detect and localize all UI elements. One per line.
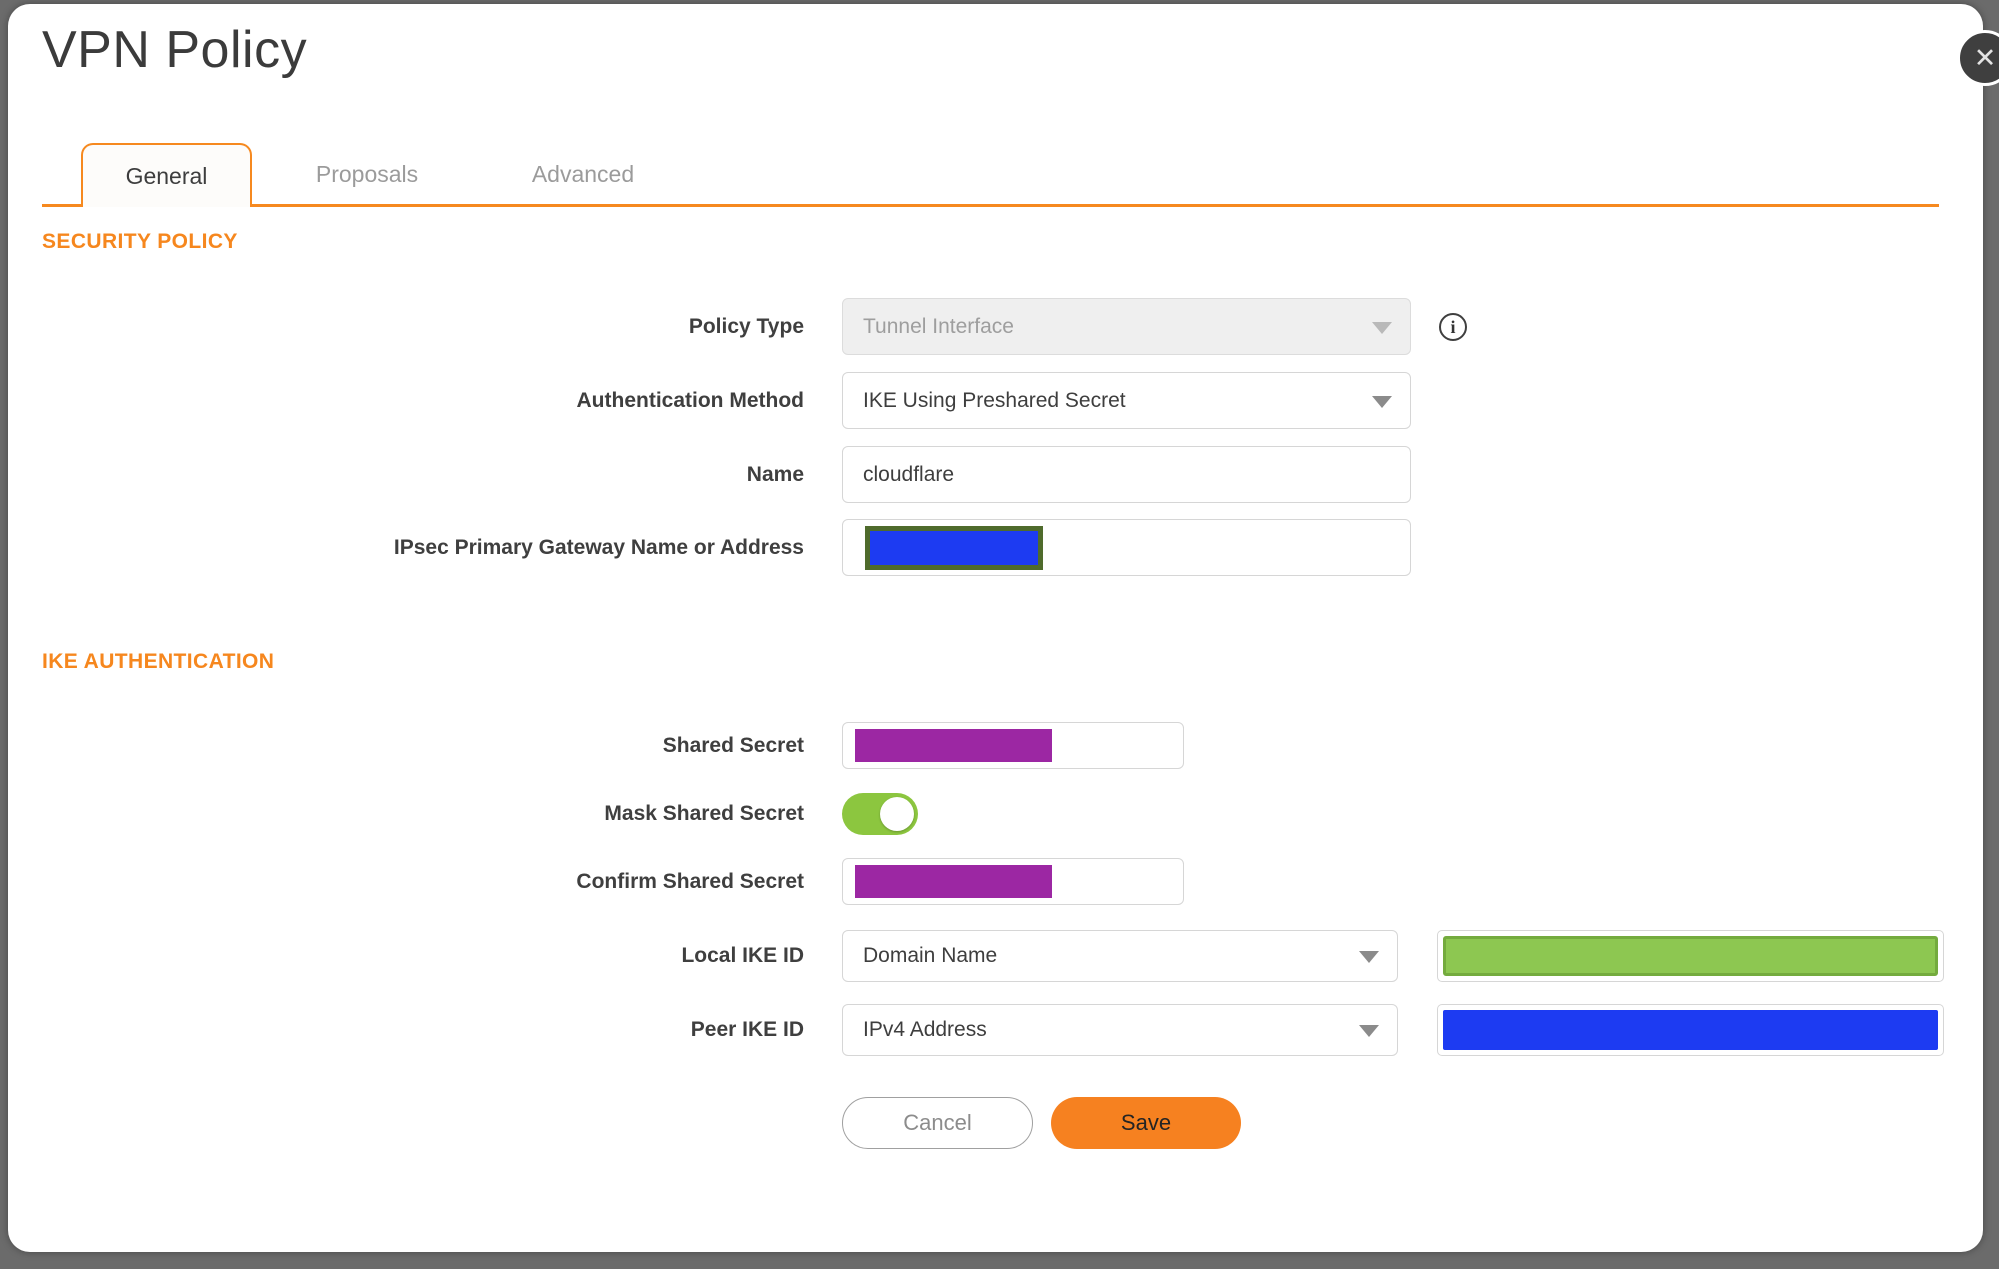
- confirm-shared-secret-label: Confirm Shared Secret: [576, 869, 804, 893]
- name-input[interactable]: cloudflare: [842, 446, 1411, 503]
- caret-down-icon: [1372, 395, 1392, 408]
- caret-down-icon: [1359, 951, 1379, 963]
- section-heading-ike-authentication: IKE AUTHENTICATION: [42, 650, 275, 673]
- tab-advanced[interactable]: Advanced: [498, 143, 668, 205]
- local-ike-id-type-select[interactable]: Domain Name: [842, 930, 1398, 982]
- name-value: cloudflare: [863, 462, 955, 486]
- local-ike-id-value-input[interactable]: [1437, 930, 1944, 982]
- tab-general-label: General: [125, 162, 208, 189]
- toggle-knob: [880, 797, 914, 831]
- mask-shared-secret-toggle[interactable]: [842, 793, 918, 835]
- tab-general[interactable]: General: [81, 143, 252, 207]
- shared-secret-row: Shared Secret: [42, 722, 1944, 769]
- authentication-method-row: Authentication Method IKE Using Preshare…: [42, 372, 1944, 429]
- local-ike-id-type-value: Domain Name: [863, 944, 998, 967]
- dialog-actions: Cancel Save: [42, 1097, 1944, 1149]
- caret-down-icon: [1359, 1025, 1379, 1037]
- policy-type-select: Tunnel Interface: [842, 298, 1411, 355]
- name-row: Name cloudflare: [42, 446, 1944, 503]
- shared-secret-label: Shared Secret: [662, 733, 804, 757]
- authentication-method-label: Authentication Method: [576, 388, 804, 412]
- local-ike-id-label: Local IKE ID: [681, 944, 804, 967]
- ipsec-gateway-label: IPsec Primary Gateway Name or Address: [393, 535, 804, 559]
- policy-type-label: Policy Type: [688, 314, 804, 338]
- redacted-value: [855, 865, 1052, 898]
- peer-ike-id-row: Peer IKE ID IPv4 Address: [42, 1004, 1944, 1056]
- confirm-shared-secret-input[interactable]: [842, 858, 1184, 905]
- tab-proposals[interactable]: Proposals: [282, 143, 452, 205]
- vpn-policy-dialog: VPN Policy General Proposals Advanced SE…: [8, 4, 1983, 1252]
- ipsec-gateway-input[interactable]: [842, 519, 1411, 576]
- close-icon: ✕: [1973, 42, 1997, 73]
- mask-shared-secret-row: Mask Shared Secret: [42, 793, 1944, 835]
- peer-ike-id-label: Peer IKE ID: [690, 1018, 804, 1041]
- authentication-method-select[interactable]: IKE Using Preshared Secret: [842, 372, 1411, 429]
- redacted-value: [1443, 1010, 1938, 1050]
- ipsec-gateway-row: IPsec Primary Gateway Name or Address: [42, 519, 1944, 576]
- vpn-policy-modal-backdrop: VPN Policy General Proposals Advanced SE…: [0, 0, 1999, 1269]
- peer-ike-id-type-select[interactable]: IPv4 Address: [842, 1004, 1398, 1056]
- section-heading-security-policy: SECURITY POLICY: [42, 230, 238, 253]
- name-label: Name: [746, 462, 804, 486]
- peer-ike-id-value-input[interactable]: [1437, 1004, 1944, 1056]
- policy-type-row: Policy Type Tunnel Interface i: [42, 298, 1944, 355]
- tab-advanced-label: Advanced: [531, 160, 635, 187]
- redacted-value: [855, 729, 1052, 762]
- mask-shared-secret-label: Mask Shared Secret: [604, 802, 804, 825]
- redacted-value: [1443, 936, 1938, 976]
- local-ike-id-row: Local IKE ID Domain Name: [42, 930, 1944, 982]
- redacted-value: [865, 526, 1043, 570]
- shared-secret-input[interactable]: [842, 722, 1184, 769]
- caret-down-icon: [1372, 321, 1392, 334]
- info-icon[interactable]: i: [1439, 312, 1467, 341]
- cancel-button[interactable]: Cancel: [842, 1097, 1033, 1149]
- page-title: VPN Policy: [42, 21, 308, 79]
- peer-ike-id-type-value: IPv4 Address: [863, 1018, 987, 1041]
- confirm-shared-secret-row: Confirm Shared Secret: [42, 858, 1944, 905]
- authentication-method-value: IKE Using Preshared Secret: [863, 388, 1126, 412]
- save-button[interactable]: Save: [1051, 1097, 1241, 1149]
- tab-proposals-label: Proposals: [315, 160, 419, 187]
- policy-type-value: Tunnel Interface: [863, 314, 1014, 338]
